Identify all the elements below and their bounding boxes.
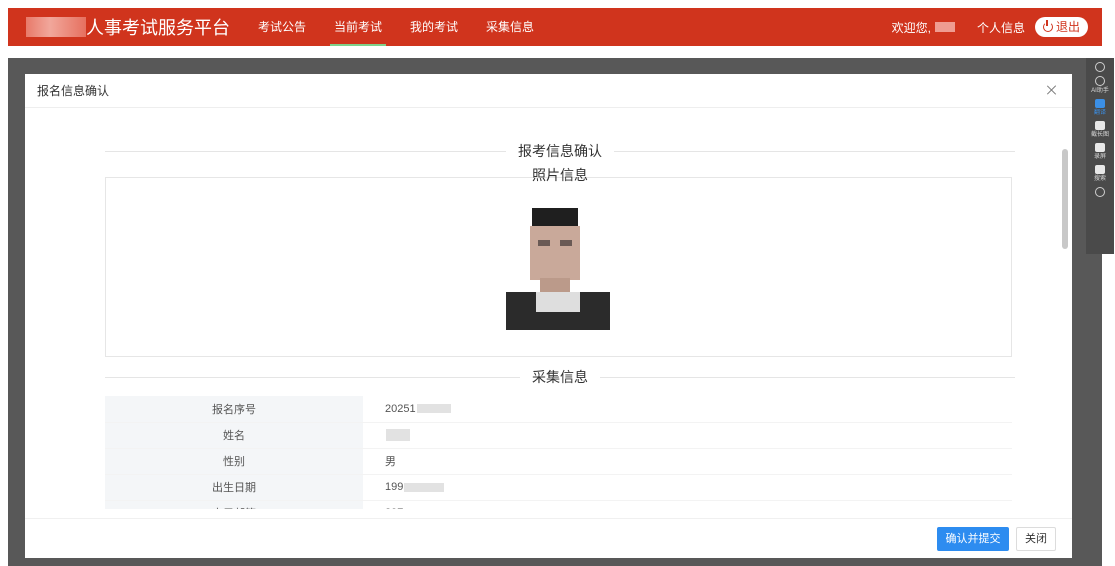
main-nav: 考试公告 当前考试 我的考试 采集信息	[244, 8, 548, 46]
power-icon	[1042, 20, 1053, 32]
photo-heading-text: 照片信息	[532, 167, 588, 183]
redacted-mask	[404, 482, 445, 492]
modal-scrollbar[interactable]	[1062, 149, 1068, 249]
photo-info-box	[105, 177, 1012, 357]
record-icon	[1095, 143, 1105, 152]
logout-label: 退出	[1055, 20, 1080, 34]
row-key: 性别	[105, 448, 363, 475]
translate-icon	[1095, 99, 1105, 108]
registration-confirm-modal: 报名信息确认 报考信息确认 照片信息 采集信息 报名序号 20251 姓名 性别…	[25, 74, 1072, 558]
row-value	[363, 422, 1012, 449]
table-row: 姓名	[105, 422, 1012, 449]
close-button[interactable]: 关闭	[1016, 527, 1056, 551]
record-tool[interactable]: 录屏	[1086, 143, 1114, 161]
ai-icon	[1095, 76, 1105, 86]
collect-heading-text: 采集信息	[532, 369, 588, 385]
table-row: 电子邮箱 397	[105, 500, 1012, 509]
applicant-photo	[506, 208, 610, 330]
confirm-submit-button[interactable]: 确认并提交	[937, 527, 1009, 551]
modal-body[interactable]: 报考信息确认 照片信息 采集信息 报名序号 20251 姓名 性别 男 出生日期…	[25, 109, 1072, 509]
modal-header: 报名信息确认	[25, 74, 1072, 108]
row-value: 199	[363, 474, 1012, 501]
section-confirm-heading: 报考信息确认	[105, 141, 1015, 161]
screenshot-icon	[1095, 121, 1105, 130]
nav-item-announcements[interactable]: 考试公告	[244, 8, 320, 46]
modal-footer: 确认并提交 关闭	[25, 518, 1072, 558]
ai-assistant-tool[interactable]: AI助手	[1086, 76, 1114, 95]
brand-title[interactable]: 人事考试服务平台	[86, 14, 244, 40]
side-toolbar: AI助手 翻译 截长图 录屏 搜索	[1086, 58, 1114, 254]
close-icon[interactable]	[1046, 84, 1058, 96]
row-value: 20251	[363, 396, 1012, 423]
row-value: 397	[363, 500, 1012, 509]
table-row: 报名序号 20251	[105, 396, 1012, 423]
shield-icon[interactable]	[1086, 62, 1114, 72]
profile-link[interactable]: 个人信息	[977, 19, 1025, 36]
search-tool[interactable]: 搜索	[1086, 165, 1114, 183]
row-key: 姓名	[105, 422, 363, 449]
collect-info-table: 报名序号 20251 姓名 性别 男 出生日期 199 电子邮箱 397	[105, 396, 1012, 509]
search-icon	[1095, 165, 1105, 174]
table-row: 性别 男	[105, 448, 1012, 475]
username-redacted	[934, 22, 955, 32]
row-value: 男	[363, 448, 1012, 475]
nav-item-my-exams[interactable]: 我的考试	[396, 8, 472, 46]
row-key: 电子邮箱	[105, 500, 363, 509]
redacted-mask	[386, 429, 410, 442]
row-key: 出生日期	[105, 474, 363, 501]
settings-icon[interactable]	[1086, 187, 1114, 197]
logo[interactable]	[26, 17, 86, 37]
nav-item-collect-info[interactable]: 采集信息	[472, 8, 548, 46]
section-photo-heading: 照片信息	[105, 165, 1015, 185]
row-key: 报名序号	[105, 396, 363, 423]
redacted-mask	[416, 404, 451, 414]
top-nav-bar: 人事考试服务平台 考试公告 当前考试 我的考试 采集信息 欢迎您, 个人信息 退…	[8, 8, 1102, 46]
user-area: 欢迎您, 个人信息 退出	[892, 17, 1102, 37]
screenshot-tool[interactable]: 截长图	[1086, 121, 1114, 139]
modal-title: 报名信息确认	[37, 84, 110, 98]
table-row: 出生日期 199	[105, 474, 1012, 501]
welcome-text: 欢迎您,	[891, 20, 931, 35]
logout-button[interactable]: 退出	[1034, 17, 1088, 37]
nav-item-current-exams[interactable]: 当前考试	[320, 8, 396, 46]
section-collect-heading: 采集信息	[105, 367, 1015, 387]
confirm-heading-text: 报考信息确认	[518, 143, 602, 159]
translate-tool[interactable]: 翻译	[1086, 99, 1114, 117]
